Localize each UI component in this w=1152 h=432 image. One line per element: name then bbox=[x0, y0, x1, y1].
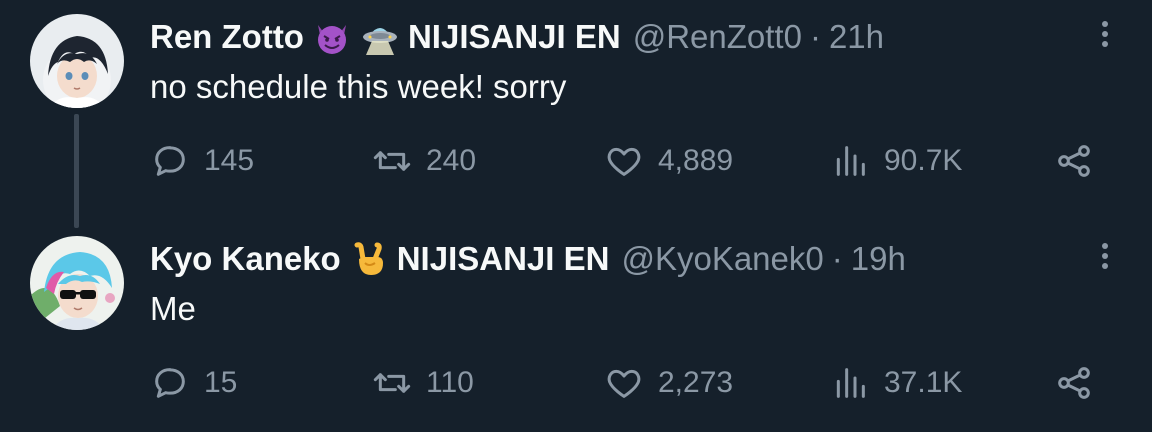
like-count: 2,273 bbox=[658, 366, 734, 399]
display-name[interactable]: Kyo Kaneko bbox=[150, 240, 341, 278]
timestamp[interactable]: 19h bbox=[851, 240, 906, 278]
share-button[interactable] bbox=[1054, 360, 1094, 406]
views-button[interactable]: 90.7K bbox=[830, 138, 962, 184]
affiliation-label: NIJISANJI EN bbox=[407, 18, 621, 55]
views-bar-chart-icon bbox=[836, 146, 865, 176]
reply-icon bbox=[155, 368, 185, 398]
username-handle[interactable]: @RenZott0 bbox=[633, 18, 802, 56]
reply-count: 15 bbox=[204, 366, 238, 399]
tweet[interactable]: Ren Zotto NIJISANJI EN @RenZott0 · 21h n… bbox=[0, 0, 1152, 228]
tweet-actions: 15 110 2,273 37.1K bbox=[0, 360, 1152, 406]
share-icon bbox=[1058, 145, 1090, 177]
tweet-text: no schedule this week! sorry bbox=[150, 68, 567, 105]
sign-of-horns-emoji-icon bbox=[349, 239, 389, 279]
reply-icon bbox=[155, 146, 185, 176]
retweet-icon bbox=[373, 373, 411, 393]
separator-dot: · bbox=[809, 18, 821, 55]
more-options-icon[interactable] bbox=[1095, 18, 1115, 50]
reply-count: 145 bbox=[204, 144, 255, 177]
tweet-header: Kyo Kaneko NIJISANJI EN @KyoKanek0 · 19h bbox=[150, 236, 906, 282]
heart-icon bbox=[607, 147, 641, 176]
reply-button[interactable]: 15 bbox=[150, 360, 237, 406]
more-options-icon[interactable] bbox=[1095, 240, 1115, 272]
retweet-count: 240 bbox=[426, 144, 477, 177]
tweet-header: Ren Zotto NIJISANJI EN @RenZott0 · 21h bbox=[150, 14, 884, 60]
smiling-imp-emoji-icon bbox=[312, 17, 352, 57]
views-count: 90.7K bbox=[884, 144, 963, 177]
retweet-button[interactable]: 110 bbox=[372, 360, 474, 406]
avatar[interactable] bbox=[30, 236, 124, 330]
views-bar-chart-icon bbox=[836, 368, 865, 398]
tweet-thread: Ren Zotto NIJISANJI EN @RenZott0 · 21h n… bbox=[0, 0, 1152, 432]
ufo-emoji-icon bbox=[360, 17, 400, 57]
retweet-button[interactable]: 240 bbox=[372, 138, 476, 184]
display-name[interactable]: Ren Zotto bbox=[150, 18, 304, 56]
affiliation-label: NIJISANJI EN bbox=[396, 240, 610, 277]
share-button[interactable] bbox=[1054, 138, 1094, 184]
views-count: 37.1K bbox=[884, 366, 963, 399]
tweet-actions: 145 240 4,889 90.7K bbox=[0, 138, 1152, 184]
heart-icon bbox=[607, 369, 641, 398]
separator-dot: · bbox=[831, 240, 843, 277]
retweet-icon bbox=[373, 151, 411, 171]
timestamp[interactable]: 21h bbox=[829, 18, 884, 56]
like-button[interactable]: 4,889 bbox=[604, 138, 733, 184]
like-count: 4,889 bbox=[658, 144, 734, 177]
tweet-text: Me bbox=[150, 290, 196, 327]
username-handle[interactable]: @KyoKanek0 bbox=[621, 240, 823, 278]
reply-button[interactable]: 145 bbox=[150, 138, 254, 184]
tweet[interactable]: Kyo Kaneko NIJISANJI EN @KyoKanek0 · 19h… bbox=[0, 222, 1152, 432]
like-button[interactable]: 2,273 bbox=[604, 360, 733, 406]
retweet-count: 110 bbox=[426, 366, 474, 399]
avatar[interactable] bbox=[30, 14, 124, 108]
share-icon bbox=[1058, 367, 1090, 399]
views-button[interactable]: 37.1K bbox=[830, 360, 962, 406]
